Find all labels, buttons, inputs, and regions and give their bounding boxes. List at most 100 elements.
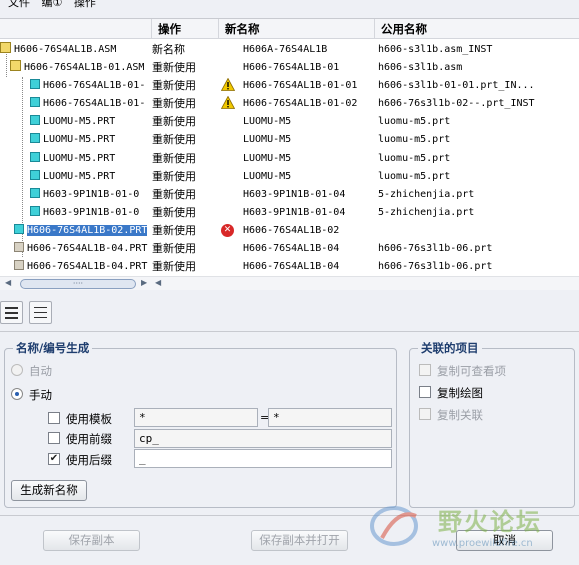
use-prefix-checkbox[interactable] [48,432,60,444]
copy-associations-checkbox[interactable] [419,408,431,420]
row-name-cell[interactable]: LUOMU-M5.PRT [0,114,151,129]
column-common-name-header[interactable]: 公用名称 [374,19,579,39]
row-new-name-text: H606-76S4AL1B-04 [243,243,340,255]
row-operation-cell[interactable]: 重新使用 [152,151,218,166]
tree-row[interactable]: H603-9P1N1B-01-0 重新使用 H603-9P1N1B-01-04 5-z… [0,185,579,203]
row-common-name-cell[interactable]: h606-76s3l1b-06.prt [378,259,538,274]
scroll-right-icon[interactable]: ▶ [141,278,147,287]
suffix-field[interactable]: _ [134,449,392,468]
column-new-name-header[interactable]: 新名称 [218,19,374,39]
row-name-cell[interactable]: H606-76S4AL1B-02.PRT [0,223,151,238]
row-new-name-cell[interactable]: LUOMU-M5 [221,114,375,129]
naming-group: 名称/编号生成 自动 手动 使用模板 * = * 使用前缀 cp_ ✔ 使用后缀… [4,340,397,508]
tree-row[interactable]: H603-9P1N1B-01-0 重新使用 H603-9P1N1B-01-04 5-z… [0,203,579,221]
row-operation-cell[interactable]: 重新使用 [152,259,218,274]
menu-action[interactable]: 操作 [74,0,96,10]
template-left-field[interactable]: * [134,408,258,427]
row-name-cell[interactable]: H606-76S4AL1B.ASM [0,42,151,57]
row-name-cell[interactable]: H606-76S4AL1B-01- [0,96,151,111]
row-new-name-cell[interactable]: H606A-76S4AL1B [221,42,375,57]
row-common-name-cell[interactable]: luomu-m5.prt [378,114,538,129]
column-name-header[interactable] [0,19,151,39]
row-new-name-cell[interactable]: LUOMU-M5 [221,169,375,184]
use-template-checkbox[interactable] [48,412,60,424]
row-operation-cell[interactable]: 重新使用 [152,60,218,75]
view-details-button[interactable] [0,301,23,324]
row-name-cell[interactable]: H606-76S4AL1B-01.ASM [0,60,151,75]
menu-file[interactable]: 文件 [8,0,30,10]
save-copy-and-open-button[interactable]: 保存副本并打开 [251,530,348,551]
tree-row[interactable]: LUOMU-M5.PRT 重新使用 LUOMU-M5 luomu-m5.prt [0,130,579,148]
row-operation-cell[interactable]: 重新使用 [152,96,218,111]
column-op-header[interactable]: 操作 [151,19,219,39]
row-common-name-cell[interactable]: 5-zhichenjia.prt [378,187,538,202]
row-name-cell[interactable]: LUOMU-M5.PRT [0,132,151,147]
row-new-name-cell[interactable]: H606-76S4AL1B-04 [221,241,375,256]
row-operation-cell[interactable]: 重新使用 [152,187,218,202]
row-new-name-cell[interactable]: H606-76S4AL1B-01-01 [221,78,375,93]
tree-row[interactable]: H606-76S4AL1B.ASM 新名称 H606A-76S4AL1B h606-s… [0,40,579,58]
row-name-cell[interactable]: LUOMU-M5.PRT [0,169,151,184]
row-operation-cell[interactable]: 新名称 [152,42,218,57]
row-new-name-cell[interactable]: ✕ H606-76S4AL1B-02 [221,223,375,238]
row-common-name-cell[interactable]: luomu-m5.prt [378,132,538,147]
row-name-cell[interactable]: H606-76S4AL1B-04.PRT [0,259,151,274]
view-list-button[interactable] [29,301,52,324]
row-common-name-cell[interactable]: h606-76s3l1b-06.prt [378,241,538,256]
row-common-name-cell[interactable]: h606-s3l1b.asm_INST [378,42,538,57]
cancel-button[interactable]: 取消 [456,530,553,551]
row-common-name-cell[interactable]: luomu-m5.prt [378,151,538,166]
row-common-name-cell[interactable]: luomu-m5.prt [378,169,538,184]
tree-row[interactable]: H606-76S4AL1B-01- 重新使用 H606-76S4AL1B-01-01… [0,76,579,94]
tree-row[interactable]: H606-76S4AL1B-01.ASM 重新使用 H606-76S4AL1B-01… [0,58,579,76]
copy-viewables-checkbox[interactable] [419,364,431,376]
manual-radio[interactable] [11,388,23,400]
row-name-cell[interactable]: H603-9P1N1B-01-0 [0,205,151,220]
part-icon [30,97,40,108]
scroll-left-icon[interactable]: ◀ [5,278,11,287]
tree-row[interactable]: LUOMU-M5.PRT 重新使用 LUOMU-M5 luomu-m5.prt [0,112,579,130]
row-common-name-cell[interactable]: 5-zhichenjia.prt [378,205,538,220]
row-operation-cell[interactable]: 重新使用 [152,205,218,220]
template-right-field[interactable]: * [268,408,392,427]
row-operation-cell[interactable]: 重新使用 [152,78,218,93]
row-new-name-cell[interactable]: H606-76S4AL1B-04 [221,259,375,274]
row-new-name-cell[interactable]: H603-9P1N1B-01-04 [221,205,375,220]
row-name-cell[interactable]: H606-76S4AL1B-01- [0,78,151,93]
row-new-name-cell[interactable]: H603-9P1N1B-01-04 [221,187,375,202]
tree-row[interactable]: H606-76S4AL1B-04.PRT 重新使用 H606-76S4AL1B-04… [0,239,579,257]
scroll-thumb[interactable]: ···· [20,279,136,289]
scroll-left-icon-2[interactable]: ◀ [155,278,161,287]
row-operation-cell[interactable]: 重新使用 [152,114,218,129]
row-operation-cell[interactable]: 重新使用 [152,169,218,184]
horizontal-scrollbar[interactable]: ◀ ···· ▶ ◀ [0,276,579,290]
row-operation-cell[interactable]: 重新使用 [152,132,218,147]
row-name-cell[interactable]: LUOMU-M5.PRT [0,151,151,166]
part-icon [30,133,40,144]
tree-row[interactable]: LUOMU-M5.PRT 重新使用 LUOMU-M5 luomu-m5.prt [0,149,579,167]
row-operation-cell[interactable]: 重新使用 [152,223,218,238]
row-name-cell[interactable]: H606-76S4AL1B-04.PRT [0,241,151,256]
row-new-name-cell[interactable]: H606-76S4AL1B-01-02 [221,96,375,111]
save-copy-button[interactable]: 保存副本 [43,530,140,551]
row-new-name-cell[interactable]: LUOMU-M5 [221,151,375,166]
row-common-name-cell[interactable]: h606-s3l1b.asm [378,60,538,75]
prefix-field[interactable]: cp_ [134,429,392,448]
tree-row[interactable]: H606-76S4AL1B-04.PRT 重新使用 H606-76S4AL1B-04… [0,257,579,275]
auto-radio[interactable] [11,364,23,376]
use-suffix-checkbox[interactable]: ✔ [48,453,60,465]
tree-row[interactable]: H606-76S4AL1B-02.PRT 重新使用 ✕ H606-76S4AL1B-0… [0,221,579,239]
tree-row[interactable]: LUOMU-M5.PRT 重新使用 LUOMU-M5 luomu-m5.prt [0,167,579,185]
copy-drawings-checkbox[interactable] [419,386,431,398]
row-name-text: H606-76S4AL1B-01- [43,80,146,92]
tree-row[interactable]: H606-76S4AL1B-01- 重新使用 H606-76S4AL1B-01-02… [0,94,579,112]
menu-edit[interactable]: 编① [42,0,63,10]
row-common-name-cell[interactable]: h606-s3l1b-01-01.prt_IN... [378,78,538,93]
row-common-name-cell[interactable] [378,223,538,238]
row-new-name-cell[interactable]: H606-76S4AL1B-01 [221,60,375,75]
row-operation-cell[interactable]: 重新使用 [152,241,218,256]
generate-new-name-button[interactable]: 生成新名称 [11,480,87,501]
row-name-cell[interactable]: H603-9P1N1B-01-0 [0,187,151,202]
row-new-name-cell[interactable]: LUOMU-M5 [221,132,375,147]
row-common-name-cell[interactable]: h606-76s3l1b-02--.prt_INST [378,96,538,111]
